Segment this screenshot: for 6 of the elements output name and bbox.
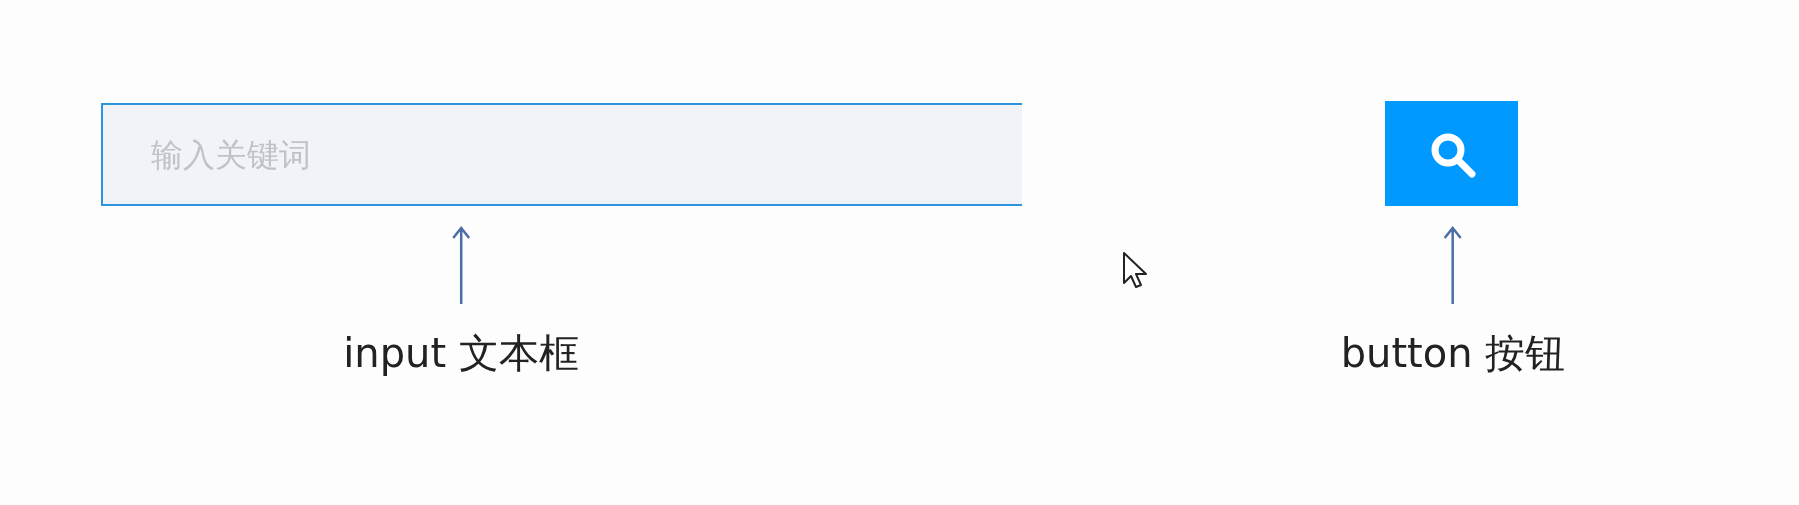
mouse-pointer-icon xyxy=(1122,251,1148,289)
up-arrow-icon xyxy=(451,226,471,304)
annotation-label: button 按钮 xyxy=(1340,329,1566,378)
annotation-label: input 文本框 xyxy=(343,329,579,378)
up-arrow-icon xyxy=(1443,226,1463,304)
search-button[interactable] xyxy=(1385,101,1518,206)
